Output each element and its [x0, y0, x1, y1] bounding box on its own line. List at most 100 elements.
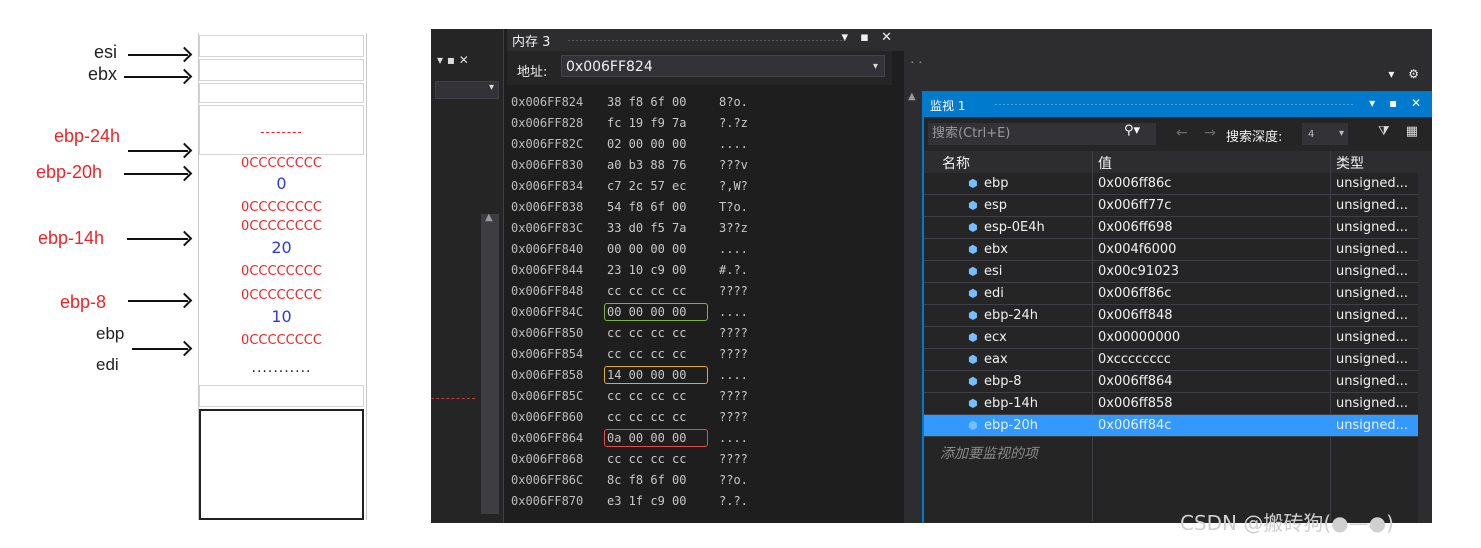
- watch-row[interactable]: ⬢ ebp-24h 0x006ff848 unsigned...: [924, 305, 1432, 327]
- memory-bytes[interactable]: e3 1f c9 00: [607, 491, 686, 512]
- watch-row[interactable]: ⬢ ecx 0x00000000 unsigned...: [924, 327, 1432, 349]
- memory-bytes[interactable]: 38 f8 6f 00: [607, 92, 686, 113]
- memory-bytes[interactable]: 23 10 c9 00: [607, 260, 686, 281]
- column-name[interactable]: 名称: [942, 153, 970, 173]
- arrow-icon: [127, 238, 188, 240]
- watch-row[interactable]: ⬢ ebp-20h 0x006ff84c unsigned...: [924, 415, 1432, 437]
- memory-bytes[interactable]: 00 00 00 00: [607, 239, 686, 260]
- splitter[interactable]: ⠂⠂ ▲: [904, 29, 926, 523]
- add-watch-placeholder[interactable]: 添加要监视的项: [940, 443, 1038, 463]
- variable-icon: ⬢: [968, 397, 978, 410]
- watch-window-header: 监视 1 ▾ ▪ ✕: [924, 91, 1432, 117]
- drag-grip[interactable]: [994, 103, 1354, 106]
- watch-type: unsigned...: [1336, 374, 1409, 389]
- watch-row[interactable]: ⬢ esp-0E4h 0x006ff698 unsigned...: [924, 217, 1432, 239]
- memory-address: 0x006FF838: [511, 200, 584, 214]
- watch-row[interactable]: ⬢ esi 0x00c91023 unsigned...: [924, 261, 1432, 283]
- variable-icon: ⬢: [968, 177, 978, 190]
- stack-value-cc: 0CCCCCCCC: [241, 333, 322, 348]
- memory-chars: ???v: [719, 158, 748, 172]
- memory-bytes[interactable]: 02 00 00 00: [607, 134, 686, 155]
- search-input[interactable]: 搜索(Ctrl+E): [928, 123, 1156, 145]
- watch-row[interactable]: ⬢ ebx 0x004f6000 unsigned...: [924, 239, 1432, 261]
- memory-chars: 8?o.: [719, 95, 748, 109]
- scroll-up-icon[interactable]: ▲: [908, 91, 916, 102]
- stack-value-cc: 0CCCCCCCC: [241, 288, 322, 303]
- watch-row[interactable]: ⬢ esp 0x006ff77c unsigned...: [924, 195, 1432, 217]
- memory-address: 0x006FF844: [511, 263, 584, 277]
- stack-slot: [199, 83, 364, 103]
- search-depth-select[interactable]: 4 ▾: [1302, 123, 1348, 145]
- watch-value[interactable]: 0x006ff77c: [1098, 195, 1171, 217]
- label-ebp: ebp: [96, 324, 125, 343]
- memory-window-header: 内存 3 ▾ ▪ ✕: [507, 29, 904, 51]
- memory-address: 0x006FF83C: [511, 221, 584, 235]
- memory-address: 0x006FF84C: [511, 305, 584, 319]
- watch-value[interactable]: 0x006ff86c: [1098, 173, 1171, 195]
- watch-row[interactable]: ⬢ ebp 0x006ff86c unsigned...: [924, 173, 1432, 195]
- window-controls[interactable]: ▾ ▪ ✕: [842, 30, 897, 45]
- watch-value[interactable]: 0x00c91023: [1098, 261, 1179, 283]
- address-input[interactable]: 0x006FF824 ▾: [561, 55, 885, 77]
- variable-icon: ⬢: [968, 309, 978, 322]
- column-value[interactable]: 值: [1098, 153, 1112, 173]
- watch-name-text: ebp-14h: [984, 396, 1038, 411]
- watch-value[interactable]: 0xcccccccc: [1098, 349, 1171, 371]
- watch-row[interactable]: ⬢ ebp-14h 0x006ff858 unsigned...: [924, 393, 1432, 415]
- watch-name-text: esi: [984, 264, 1003, 279]
- toolbar-menu-icon[interactable]: ▾ ⚙: [1388, 67, 1424, 81]
- search-depth-value: 4: [1308, 129, 1315, 140]
- memory-chars: #.?.: [719, 263, 748, 277]
- watch-value[interactable]: 0x006ff84c: [1098, 415, 1171, 437]
- watch-name-text: ebx: [984, 242, 1008, 257]
- watch-row[interactable]: ⬢ ebp-8 0x006ff864 unsigned...: [924, 371, 1432, 393]
- watch-row[interactable]: ⬢ edi 0x006ff86c unsigned...: [924, 283, 1432, 305]
- memory-bytes[interactable]: 8c f8 6f 00: [607, 470, 686, 491]
- scroll-up-icon[interactable]: ▲: [485, 212, 493, 223]
- arrow-icon: [124, 76, 188, 78]
- watch-name: ⬢ eax: [958, 349, 1008, 371]
- watch-row[interactable]: ⬢ eax 0xcccccccc unsigned...: [924, 349, 1432, 371]
- scrollbar[interactable]: ▲: [481, 212, 499, 514]
- watch-name: ⬢ esp: [958, 195, 1007, 217]
- memory-bytes[interactable]: cc cc cc cc: [607, 449, 686, 470]
- memory-bytes[interactable]: cc cc cc cc: [607, 407, 686, 428]
- watch-value[interactable]: 0x006ff86c: [1098, 283, 1171, 305]
- memory-bytes[interactable]: 33 d0 f5 7a: [607, 218, 686, 239]
- watch-value[interactable]: 0x006ff858: [1098, 393, 1173, 415]
- chevron-down-icon[interactable]: ▾: [873, 56, 878, 78]
- memory-chars: ....: [719, 137, 748, 151]
- stack-value: 0: [276, 174, 287, 193]
- watch-type: unsigned...: [1336, 308, 1409, 323]
- toolbar-area: ▾ ⚙: [922, 29, 1432, 91]
- watch-value[interactable]: 0x006ff864: [1098, 371, 1173, 393]
- panel-dropdown[interactable]: ▾: [435, 81, 499, 99]
- nav-arrows-icon[interactable]: ← →: [1176, 125, 1222, 141]
- memory-bytes[interactable]: cc cc cc cc: [607, 344, 686, 365]
- window-controls[interactable]: ▾ ▪ ✕: [1369, 96, 1426, 110]
- memory-bytes[interactable]: a0 b3 88 76: [607, 155, 686, 176]
- scrollbar[interactable]: [1418, 151, 1432, 523]
- memory-bytes[interactable]: 54 f8 6f 00: [607, 197, 686, 218]
- memory-bytes[interactable]: fc 19 f9 7a: [607, 113, 686, 134]
- watch-value[interactable]: 0x00000000: [1098, 327, 1180, 349]
- watch-value[interactable]: 0x004f6000: [1098, 239, 1176, 261]
- memory-bytes[interactable]: cc cc cc cc: [607, 281, 686, 302]
- drag-grip[interactable]: [567, 39, 847, 42]
- filter-icon[interactable]: ⧩ ▦: [1378, 124, 1424, 139]
- memory-chars: ....: [719, 431, 748, 445]
- memory-bytes[interactable]: c7 2c 57 ec: [607, 176, 686, 197]
- memory-bytes[interactable]: cc cc cc cc: [607, 323, 686, 344]
- memory-chars: ????: [719, 326, 748, 340]
- watch-name: ⬢ ebp-8: [958, 371, 1021, 393]
- panel-controls-icon[interactable]: ▾ ▪ ✕: [437, 53, 469, 67]
- watch-value[interactable]: 0x006ff698: [1098, 217, 1173, 239]
- memory-window-title: 内存 3: [512, 35, 551, 50]
- arrow-icon: [128, 54, 188, 56]
- memory-chars: ?.?z: [719, 116, 748, 130]
- watch-window-title: 监视 1: [930, 99, 966, 113]
- column-type[interactable]: 类型: [1336, 153, 1364, 173]
- watch-value[interactable]: 0x006ff848: [1098, 305, 1173, 327]
- memory-bytes[interactable]: cc cc cc cc: [607, 386, 686, 407]
- search-icon[interactable]: ⚲▾: [1124, 123, 1140, 138]
